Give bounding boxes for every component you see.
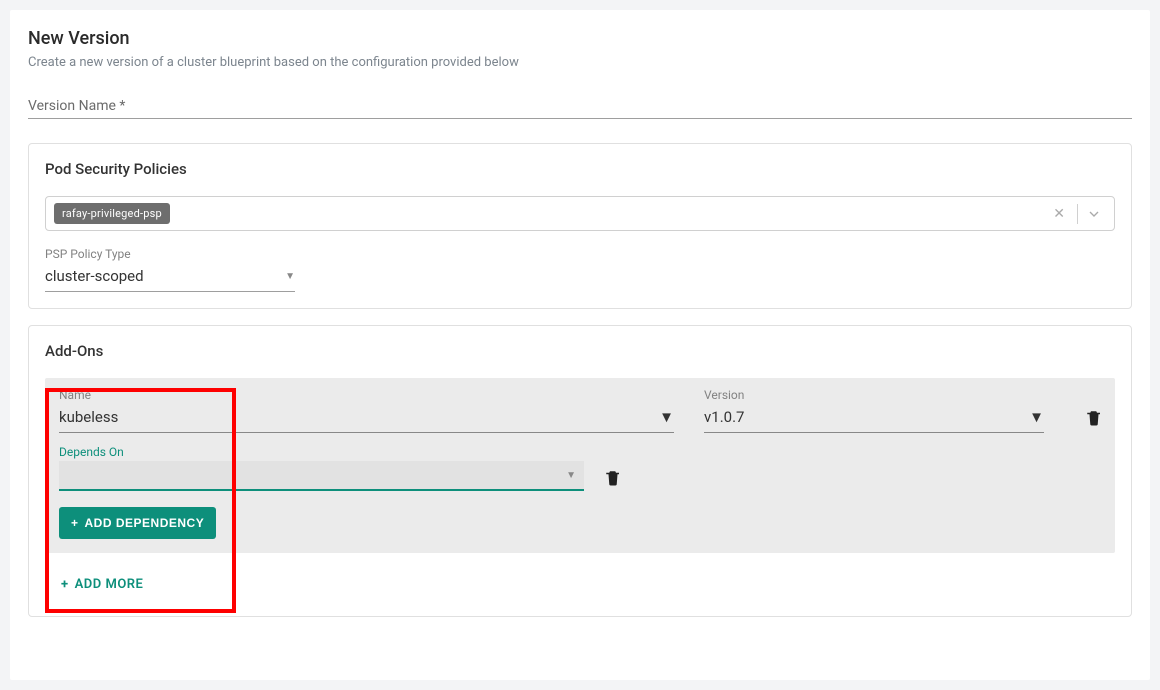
page-subtitle: Create a new version of a cluster bluepr… (28, 55, 1132, 70)
caret-down-icon: ▼ (1029, 408, 1044, 426)
addon-version-label: Version (704, 388, 1044, 402)
addon-version-select[interactable]: v1.0.7 ▼ (704, 404, 1044, 433)
trash-icon[interactable] (1085, 409, 1103, 427)
plus-icon: + (71, 516, 79, 530)
psp-policy-type-label: PSP Policy Type (45, 247, 1115, 261)
plus-icon: + (61, 577, 69, 592)
addon-row: Name kubeless ▼ Version v1.0.7 ▼ (45, 378, 1115, 553)
psp-multiselect[interactable]: rafay-privileged-psp ✕ (45, 196, 1115, 231)
psp-panel-title: Pod Security Policies (45, 160, 1115, 178)
add-dependency-label: ADD DEPENDENCY (85, 516, 205, 530)
caret-down-icon: ▼ (285, 271, 295, 282)
add-more-button[interactable]: + ADD MORE (61, 577, 143, 592)
caret-down-icon: ▼ (566, 470, 576, 481)
addon-name-label: Name (59, 388, 674, 402)
trash-icon[interactable] (604, 469, 622, 487)
version-name-label: Version Name * (28, 98, 1132, 118)
depends-on-select[interactable]: ▼ (59, 461, 584, 491)
chevron-down-icon[interactable] (1082, 206, 1106, 222)
psp-policy-type-value: cluster-scoped (45, 267, 144, 285)
psp-chip[interactable]: rafay-privileged-psp (54, 203, 170, 224)
caret-down-icon: ▼ (659, 408, 674, 426)
psp-policy-type-select[interactable]: cluster-scoped ▼ (45, 263, 295, 292)
addons-panel-title: Add-Ons (45, 342, 1115, 360)
addon-name-value: kubeless (59, 408, 118, 426)
addon-version-value: v1.0.7 (704, 408, 744, 426)
page-title: New Version (28, 28, 1132, 49)
clear-icon[interactable]: ✕ (1045, 206, 1073, 222)
psp-panel: Pod Security Policies rafay-privileged-p… (28, 143, 1132, 309)
addons-panel: Add-Ons Name kubeless ▼ Version v1.0.7 ▼ (28, 325, 1132, 617)
version-name-input[interactable] (28, 118, 1132, 119)
add-dependency-button[interactable]: + ADD DEPENDENCY (59, 507, 216, 539)
depends-on-label: Depends On (59, 445, 584, 459)
add-more-label: ADD MORE (75, 577, 144, 592)
addon-name-select[interactable]: kubeless ▼ (59, 404, 674, 433)
